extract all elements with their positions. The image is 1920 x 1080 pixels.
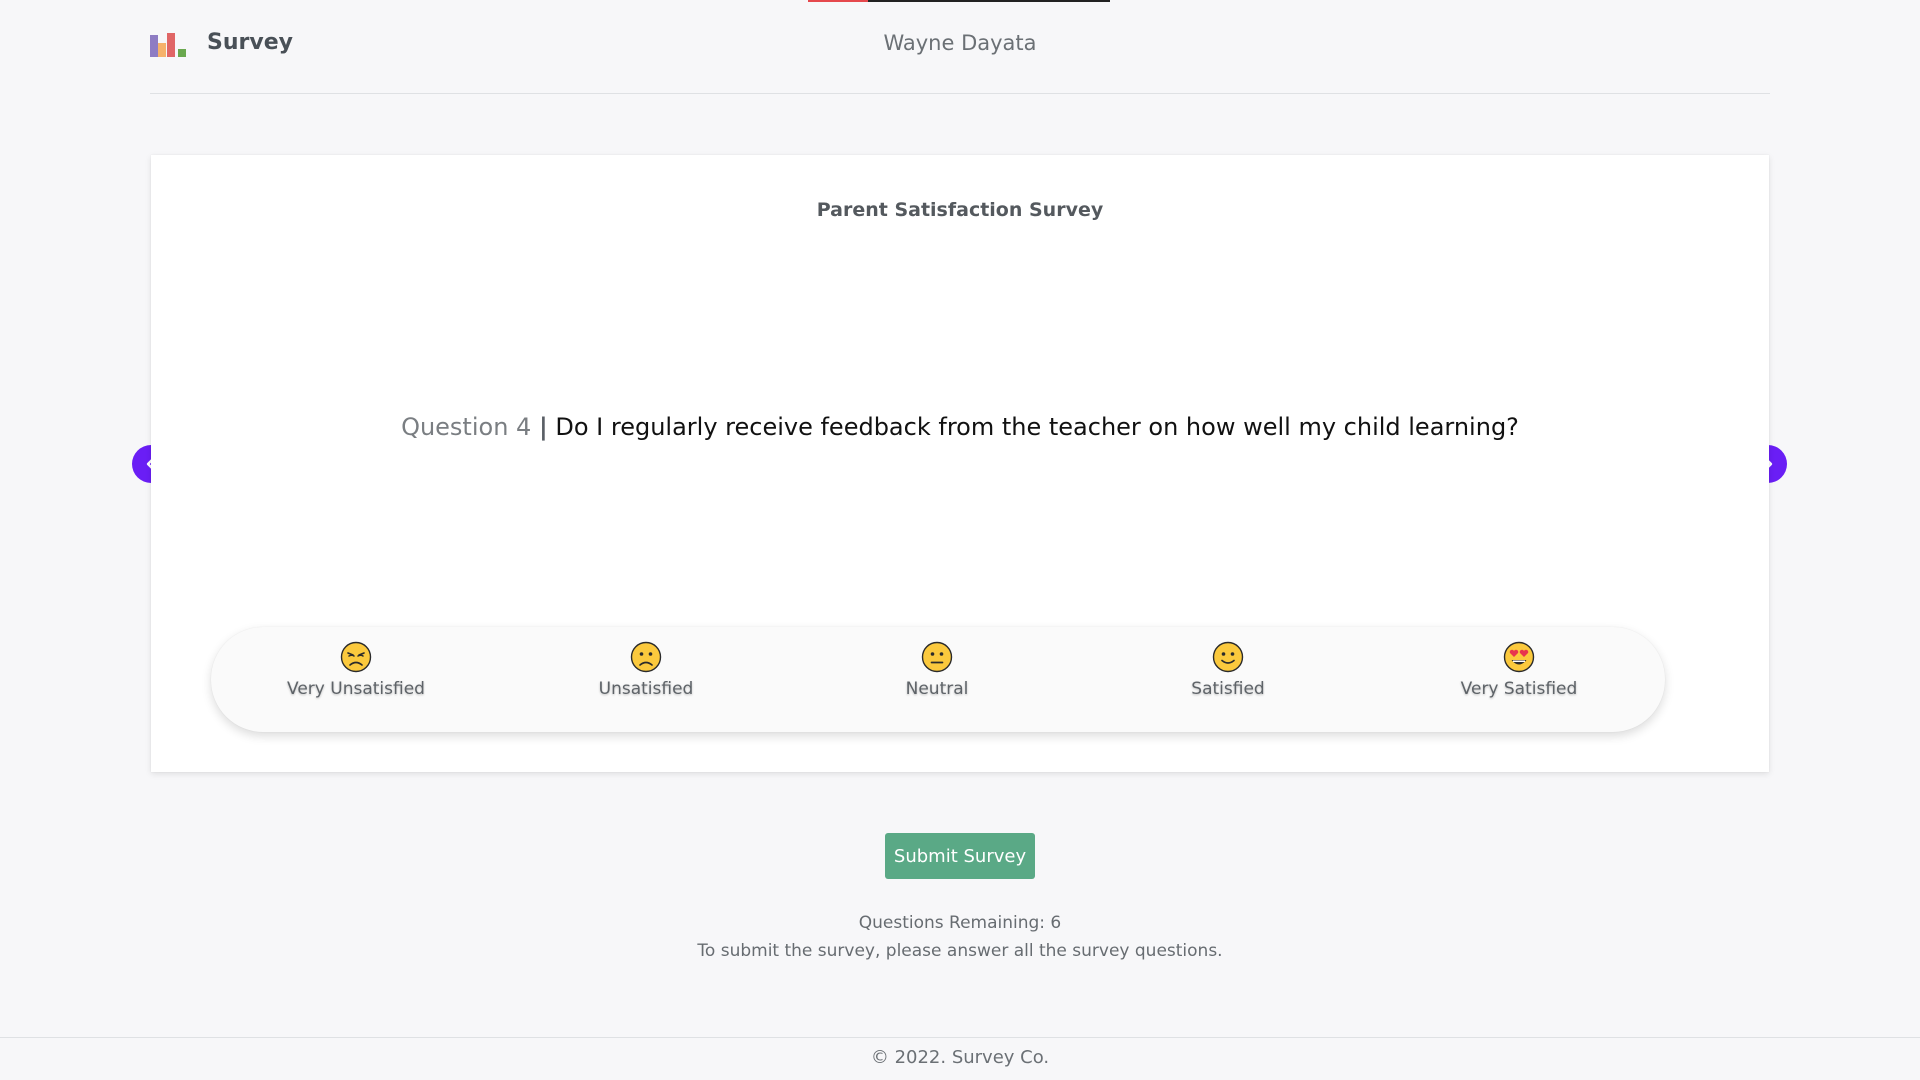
submit-survey-button[interactable]: Submit Survey — [885, 833, 1035, 879]
submit-hint: To submit the survey, please answer all … — [697, 941, 1223, 961]
question-separator: | — [538, 413, 548, 441]
questions-remaining: Questions Remaining: 6 — [858, 913, 1062, 933]
copyright: © 2022. Survey Co. — [870, 1047, 1050, 1068]
neutral-face-icon — [921, 641, 953, 673]
option-label: Satisfied — [1191, 679, 1265, 699]
option-very-unsatisfied[interactable]: Very Unsatisfied — [256, 641, 456, 699]
option-label: Very Satisfied — [1460, 679, 1578, 699]
unamused-face-icon — [340, 641, 372, 673]
question-text: Do I regularly receive feedback from the… — [555, 413, 1519, 441]
option-label: Very Unsatisfied — [287, 679, 425, 699]
question: Question 4 | Do I regularly receive feed… — [151, 413, 1769, 441]
option-satisfied[interactable]: Satisfied — [1128, 641, 1328, 699]
option-label: Neutral — [905, 679, 969, 699]
survey-title: Parent Satisfaction Survey — [816, 199, 1104, 221]
option-label: Unsatisfied — [598, 679, 694, 699]
option-very-satisfied[interactable]: Very Satisfied — [1419, 641, 1619, 699]
rating-options: Very Unsatisfied Unsatisfied Neutral Sat… — [211, 627, 1665, 732]
smiling-face-icon — [1212, 641, 1244, 673]
frowning-face-icon — [630, 641, 662, 673]
question-number: Question 4 — [401, 413, 532, 441]
footer: © 2022. Survey Co. — [0, 1037, 1920, 1080]
user-name: Wayne Dayata — [883, 31, 1037, 55]
option-unsatisfied[interactable]: Unsatisfied — [546, 641, 746, 699]
heart-eyes-face-icon — [1503, 641, 1535, 673]
option-neutral[interactable]: Neutral — [837, 641, 1037, 699]
header: Survey Wayne Dayata — [150, 0, 1770, 94]
